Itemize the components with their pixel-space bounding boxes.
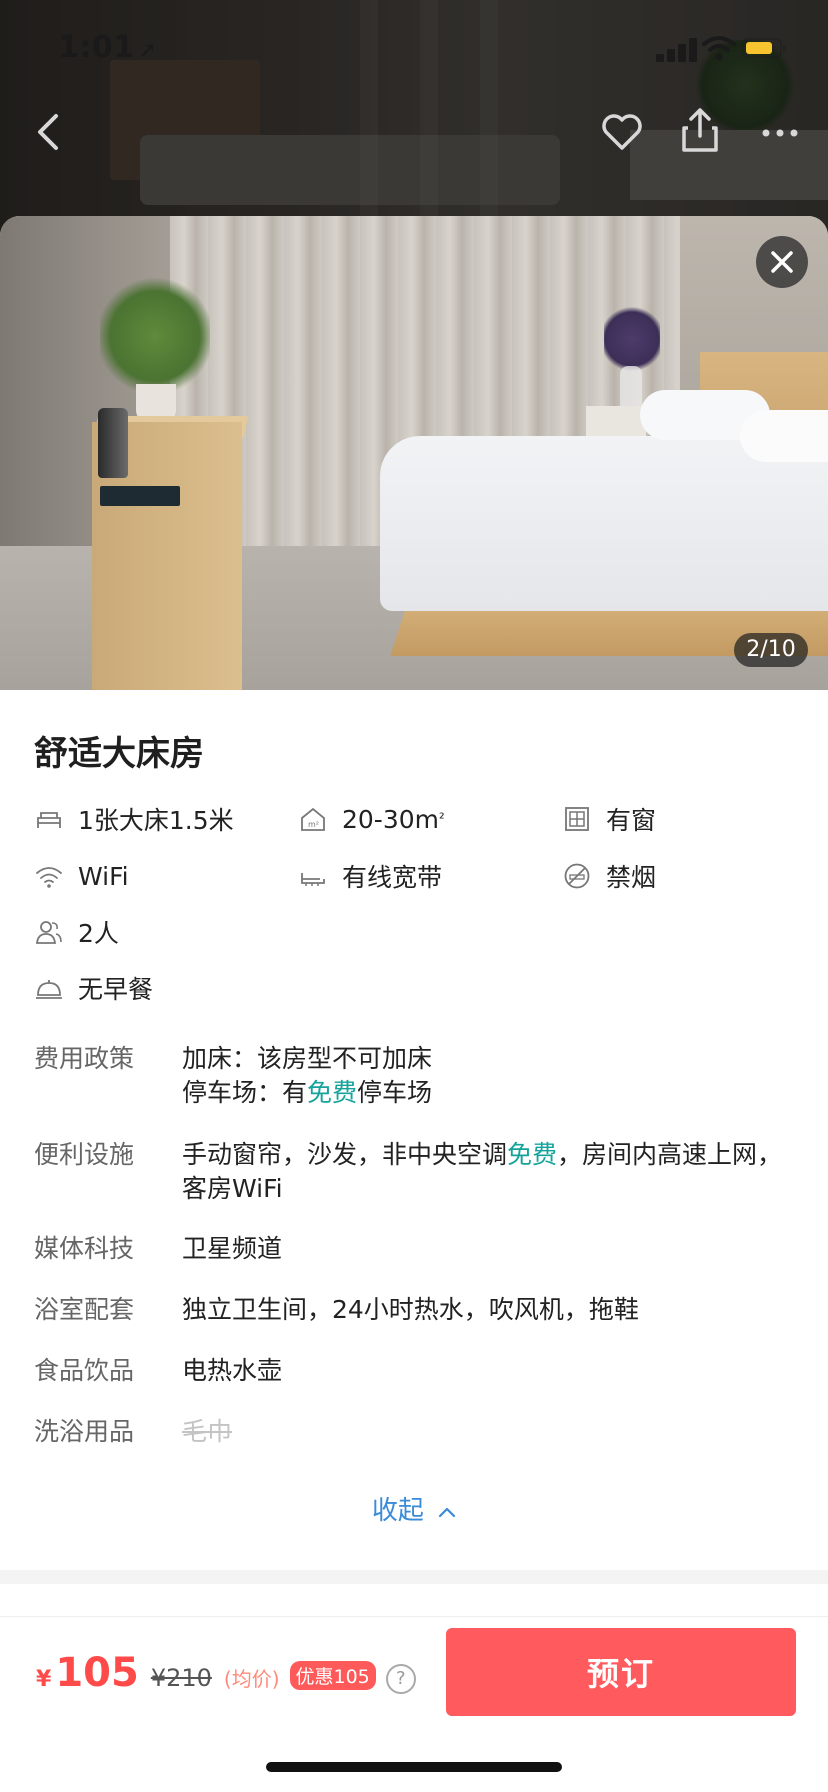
share-icon[interactable] — [676, 104, 724, 156]
collapse-label: 收起 — [371, 1496, 424, 1526]
policy-toiletries-key: 洗浴用品 — [34, 1417, 135, 1446]
status-bar: 1:01 ➚ — [0, 0, 828, 100]
wifi-status-icon — [702, 36, 736, 61]
policy-fee-line1: 加床：该房型不可加床 — [182, 1044, 433, 1073]
policy-toiletries-value: 毛巾 — [182, 1417, 233, 1446]
chevron-up-icon — [439, 1507, 456, 1517]
room-photo[interactable] — [0, 216, 828, 690]
policy-bathroom-value: 独立卫生间，24小时热水，吹风机，拖鞋 — [182, 1295, 639, 1324]
wifi-icon — [36, 867, 62, 888]
facility-window: 有窗 — [562, 802, 656, 836]
more-options-icon[interactable] — [756, 118, 804, 148]
policy-amenities: 便利设施 手动窗帘，沙发，非中央空调免费，房间内高速上网，客房WiFi — [34, 1138, 804, 1210]
policy-toiletries: 洗浴用品 毛巾 — [34, 1415, 804, 1449]
price-area: ¥ 105 ¥210 (均价) 优惠105 ? — [36, 1650, 416, 1710]
discount-badge[interactable]: 优惠105 — [289, 1661, 376, 1690]
broadband-icon — [301, 873, 325, 886]
guests-icon — [35, 921, 62, 944]
policy-food: 食品饮品 电热水壶 — [34, 1354, 804, 1388]
facility-bed: 1张大床1.5米 — [34, 802, 234, 836]
facility-guests: 2人 — [34, 915, 119, 949]
facility-wifi: WiFi — [34, 859, 129, 893]
policy-amenities-key: 便利设施 — [34, 1140, 135, 1169]
price: 105 — [55, 1650, 139, 1696]
svg-text:m²: m² — [308, 820, 319, 829]
bed-icon — [37, 812, 61, 828]
status-time: 1:01 ➚ — [58, 30, 158, 65]
favorite-heart-icon[interactable] — [598, 108, 646, 156]
window-icon — [565, 807, 589, 831]
policy-media-value: 卫星频道 — [182, 1234, 283, 1263]
area-icon: m² — [301, 807, 325, 831]
facility-breakfast: 无早餐 — [34, 971, 153, 1005]
photo-counter: 2/10 — [734, 633, 808, 667]
average-price-label: (均价) — [223, 1667, 280, 1691]
no-smoking-icon — [564, 863, 590, 889]
cellular-signal-icon — [656, 38, 702, 62]
policy-fee-key: 费用政策 — [34, 1044, 135, 1073]
policy-media-key: 媒体科技 — [34, 1234, 135, 1263]
policy-fee: 费用政策 加床：该房型不可加床 停车场：有免费停车场 — [34, 1042, 804, 1114]
booking-bar-border — [0, 1616, 828, 1617]
collapse-button[interactable]: 收起 — [0, 1490, 828, 1527]
help-icon[interactable]: ? — [385, 1664, 416, 1694]
breakfast-icon — [36, 980, 62, 999]
facility-no-smoking: 禁烟 — [562, 859, 656, 893]
location-arrow-icon: ➚ — [138, 38, 158, 63]
policy-bathroom-key: 浴室配套 — [34, 1295, 135, 1324]
battery-icon — [742, 38, 786, 58]
home-indicator — [266, 1762, 562, 1772]
room-title: 舒适大床房 — [34, 734, 204, 774]
policy-fee-value: 加床：该房型不可加床 停车场：有免费停车场 — [182, 1042, 802, 1110]
section-divider — [0, 1570, 828, 1584]
policy-media: 媒体科技 卫星频道 — [34, 1232, 804, 1266]
policy-fee-line2: 停车场：有免费停车场 — [182, 1078, 433, 1107]
policy-amenities-value: 手动窗帘，沙发，非中央空调免费，房间内高速上网，客房WiFi — [182, 1140, 783, 1203]
policy-bathroom: 浴室配套 独立卫生间，24小时热水，吹风机，拖鞋 — [34, 1293, 804, 1327]
back-arrow-icon[interactable] — [28, 108, 68, 156]
room-detail-sheet: 2/10 舒适大床房 1张大床1.5米 m² 20-30m² 有窗 WiFi — [0, 216, 828, 1792]
policy-food-value: 电热水壶 — [182, 1356, 283, 1385]
book-button[interactable]: 预订 — [446, 1628, 796, 1716]
policy-food-key: 食品饮品 — [34, 1356, 135, 1385]
facility-area: m² 20-30m ² — [298, 802, 445, 836]
facility-broadband: 有线宽带 — [298, 859, 442, 893]
close-button[interactable] — [756, 236, 808, 288]
close-icon — [771, 251, 793, 273]
currency-symbol: ¥ — [36, 1667, 52, 1692]
original-price: ¥210 — [150, 1664, 212, 1692]
